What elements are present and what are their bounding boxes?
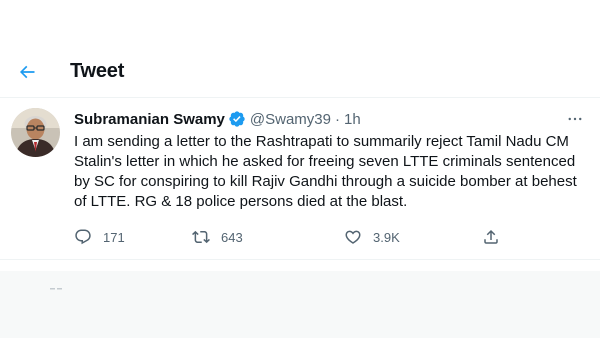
tweet-text: I am sending a letter to the Rashtrapati… xyxy=(74,133,577,210)
heart-icon xyxy=(345,230,361,244)
reply-icon xyxy=(75,229,91,245)
more-options-button[interactable] xyxy=(560,104,590,134)
verified-badge-icon xyxy=(228,110,246,128)
tweet-timestamp[interactable]: 1h xyxy=(344,111,361,128)
avatar[interactable] xyxy=(11,108,60,157)
like-button[interactable]: 3.9K xyxy=(344,221,400,253)
arrow-left-icon xyxy=(19,65,35,79)
meta-separator: · xyxy=(334,110,340,128)
author-handle[interactable]: @Swamy39 xyxy=(250,111,331,128)
retweet-icon xyxy=(192,230,210,244)
author-name[interactable]: Subramanian Swamy xyxy=(74,111,225,128)
page-header: Tweet xyxy=(0,47,600,97)
avatar-image xyxy=(11,108,60,157)
share-icon xyxy=(484,229,498,244)
reply-button[interactable]: 171 xyxy=(74,221,125,253)
reply-count: 171 xyxy=(103,229,125,245)
tweet-meta: Subramanian Swamy @Swamy39 · 1h xyxy=(74,109,361,129)
back-button[interactable] xyxy=(11,56,43,88)
page-title: Tweet xyxy=(70,60,125,82)
faded-glyph xyxy=(50,285,62,290)
share-button[interactable] xyxy=(482,221,500,253)
more-horizontal-icon xyxy=(568,117,582,121)
tweet-bottom-divider xyxy=(0,259,600,260)
tweet-card[interactable]: Subramanian Swamy @Swamy39 · 1h I am sen… xyxy=(0,98,600,260)
section-separator-band xyxy=(0,271,600,338)
retweet-button[interactable]: 643 xyxy=(192,221,243,253)
retweet-count: 643 xyxy=(221,229,243,245)
like-count: 3.9K xyxy=(373,229,400,245)
tweet-actions: 171 643 3.9K xyxy=(62,221,582,253)
